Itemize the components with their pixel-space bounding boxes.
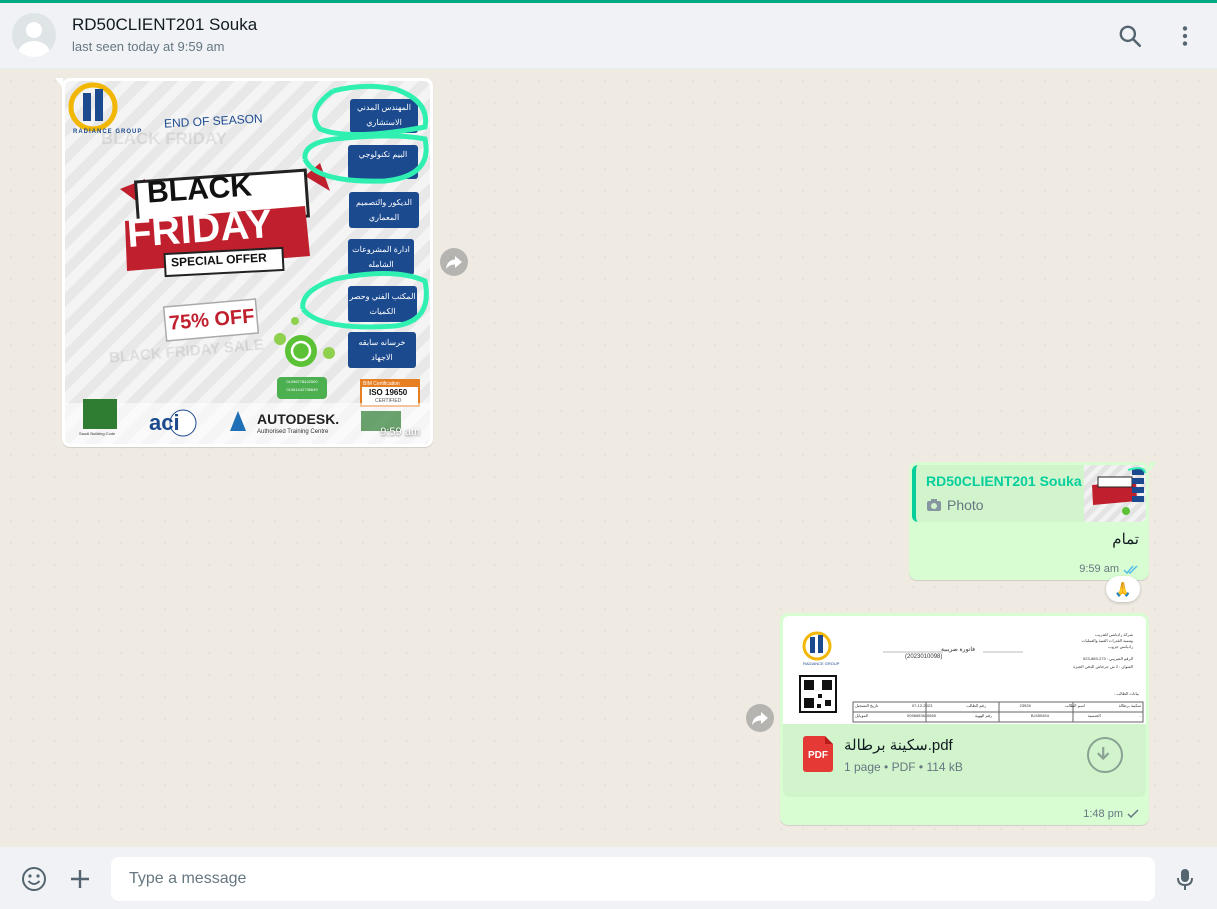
incoming-image-message[interactable]: RADIANCE GROUP END OF SEASON BLACK FRIDA…: [55, 78, 433, 447]
read-ticks-icon: [1123, 564, 1138, 574]
preview-cell: 23928: [1019, 703, 1031, 708]
preview-brand: RADIANCE GROUP: [803, 661, 840, 666]
promo-iso: ISO 19650: [369, 388, 408, 397]
preview-row-1: سكينة برطالة اسم الطالب 23928 رقم الطالب…: [855, 703, 1141, 711]
promo-text-layer: RADIANCE GROUP END OF SEASON BLACK FRIDA…: [65, 81, 430, 444]
chat-area: RADIANCE GROUP END OF SEASON BLACK FRIDA…: [0, 70, 1217, 847]
preview-cell: 0096653616565: [907, 713, 936, 718]
promo-dept-5: المكتب الفني وحصر الكميات: [349, 292, 416, 316]
quoted-message[interactable]: RD50CLIENT201 Souka Photo: [912, 465, 1146, 522]
document-preview-text: RADIANCE GROUP فاتورة ضريبية (2023010098…: [783, 616, 1146, 724]
promo-discount: 75% OFF: [168, 305, 256, 335]
sent-tick-icon: [1127, 809, 1139, 819]
promo-dept-2: البيم تكنولوجي: [358, 150, 408, 159]
preview-cell: رقم الطالب: [966, 703, 986, 708]
camera-icon: [927, 499, 941, 511]
promo-subtitle: SPECIAL OFFER: [170, 250, 268, 270]
preview-cell: تاريخ التسجيل: [855, 703, 878, 708]
promo-dept-6: خرسانه سابقه الاجهاد: [358, 338, 406, 362]
search-icon[interactable]: [1117, 23, 1143, 49]
document-meta: 1 page • PDF • 114 kB: [844, 760, 963, 774]
chat-header: RD50CLIENT201 Souka last seen today at 9…: [0, 3, 1217, 69]
preview-invoice-title: فاتورة ضريبية: [940, 647, 976, 653]
message-time: 9:59 am: [380, 426, 420, 438]
preview-invoice-no: (2023010098): [905, 654, 943, 660]
promo-dept-4: ادارة المشروعات الشامله: [352, 245, 410, 269]
download-icon[interactable]: [1087, 737, 1123, 773]
promo-bg-text-1: BLACK FRIDAY: [101, 129, 227, 148]
plus-icon[interactable]: [67, 866, 93, 892]
preview-company-3: راديانس جروب: [1108, 644, 1133, 649]
preview-cell: الموبايل: [855, 713, 869, 718]
compose-footer: [0, 847, 1217, 909]
quoted-author: RD50CLIENT201 Souka: [926, 473, 1082, 489]
preview-cell: اسم الطالب: [1064, 703, 1085, 708]
contact-name[interactable]: RD50CLIENT201 Souka: [72, 15, 257, 35]
message-meta: 9:59 am: [1079, 563, 1139, 575]
message-text: تمام: [1112, 531, 1139, 548]
preview-cell: الجنسية: [1087, 713, 1101, 718]
promo-phone-1: 01096778422500: [286, 379, 318, 384]
preview-row-2: - الجنسية BJ450454 رقم الهوية 0096653616…: [855, 713, 1141, 721]
forward-icon[interactable]: [746, 704, 774, 732]
promo-dept-1: المهندس المدني الاستشاري: [357, 103, 411, 127]
promo-partner-autodesk-sub: Authorised Training Centre: [257, 429, 329, 435]
preview-company-4: الرقم الضريبي : 273-869-523: [1083, 656, 1133, 661]
preview-company-1: شركة راديانس للتدريب: [1094, 632, 1133, 637]
promo-dept-3: الديكور والتصميم المعماري: [356, 198, 412, 222]
avatar-icon[interactable]: [12, 13, 56, 57]
promo-iso-sub: CERTIFIED: [375, 398, 402, 404]
promo-phone-2: 01061442736649: [286, 387, 318, 392]
reaction-badge[interactable]: 🙏: [1106, 576, 1140, 602]
quoted-thumbnail: [1084, 465, 1146, 522]
promo-partner-aci: aci: [149, 410, 180, 435]
outgoing-reply-message[interactable]: RD50CLIENT201 Souka Photo تمام 9:59 am: [909, 462, 1157, 580]
outgoing-document-message[interactable]: RADIANCE GROUP فاتورة ضريبية (2023010098…: [780, 613, 1149, 825]
message-time: 9:59 am: [1079, 563, 1119, 575]
preview-cell: رقم الهوية: [974, 713, 992, 718]
message-input[interactable]: [111, 857, 1155, 901]
preview-cell: BJ450454: [1030, 713, 1049, 718]
preview-company-5: العنوان : 2 ش جرجاش الدقي الجيزة: [1073, 664, 1133, 669]
pdf-icon: PDF: [803, 736, 833, 772]
preview-cell: سكينة برطالة: [1118, 703, 1141, 708]
promo-image[interactable]: RADIANCE GROUP END OF SEASON BLACK FRIDA…: [65, 81, 430, 444]
document-file-row[interactable]: PDF سكينة برطالة.pdf 1 page • PDF • 114 …: [783, 724, 1146, 797]
document-preview[interactable]: RADIANCE GROUP فاتورة ضريبية (2023010098…: [783, 616, 1146, 724]
forward-icon[interactable]: [440, 248, 468, 276]
promo-cert-label: BIM Certification: [363, 381, 400, 387]
promo-title-friday: FRIDAY: [125, 201, 274, 257]
quoted-type-label: Photo: [947, 497, 984, 513]
promo-bg-text-2: BLACK FRIDAY SALE: [108, 336, 265, 367]
last-seen-status: last seen today at 9:59 am: [72, 39, 225, 54]
promo-partner-autodesk: AUTODESK.: [257, 411, 340, 427]
mic-icon[interactable]: [1172, 866, 1198, 892]
menu-icon[interactable]: [1172, 23, 1198, 49]
promo-partner-saudi: Saudi Building Code: [79, 431, 116, 436]
preview-cell: 07-12-2023: [911, 703, 933, 708]
quoted-type: Photo: [926, 497, 984, 513]
message-time: 1:48 pm: [1083, 808, 1123, 820]
preview-section: بيانات الطالب :: [1114, 691, 1139, 696]
promo-tagline: END OF SEASON: [163, 111, 263, 131]
document-name: سكينة برطالة.pdf: [844, 737, 953, 754]
message-meta: 1:48 pm: [1083, 808, 1139, 820]
preview-company-2: وتنمية القدرات الفنية والعمليات: [1081, 638, 1133, 643]
preview-cell: -: [1139, 713, 1141, 718]
emoji-icon[interactable]: [21, 866, 47, 892]
